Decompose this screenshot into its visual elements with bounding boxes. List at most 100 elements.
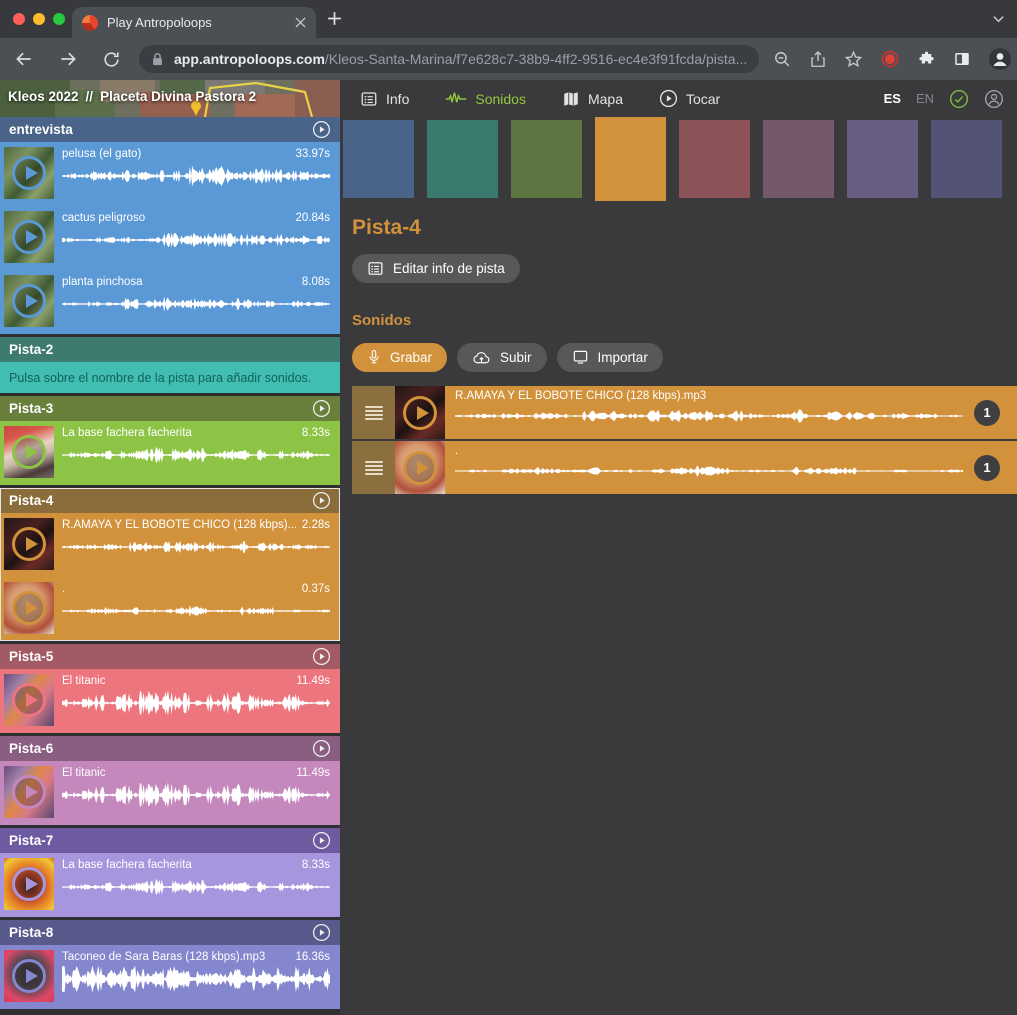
record-extension-icon[interactable] — [880, 49, 900, 69]
clip-thumbnail[interactable] — [4, 674, 54, 726]
record-button[interactable]: Grabar — [352, 343, 447, 372]
clip-taconeo[interactable]: Taconeo de Sara Baras (128 kbps).mp316.3… — [0, 945, 340, 1009]
clip-thumbnail[interactable] — [4, 766, 54, 818]
track-header-pista-5[interactable]: Pista-5 — [0, 644, 340, 669]
extensions-puzzle-icon[interactable] — [917, 50, 936, 69]
play-clip-icon[interactable] — [12, 156, 46, 190]
side-panel-icon[interactable] — [953, 50, 971, 68]
clip-la-base[interactable]: La base fachera facherita8.33s — [0, 853, 340, 917]
play-clip-icon[interactable] — [12, 683, 46, 717]
clip-pelusa[interactable]: pelusa (el gato)33.97s — [0, 142, 340, 206]
app-header: Kleos 2022 // Placeta Divina Pastora 2 I… — [0, 80, 1017, 117]
track-name: Pista-6 — [9, 741, 312, 756]
clip-dot[interactable]: .0.37s — [0, 577, 340, 641]
clip-thumbnail[interactable] — [4, 211, 54, 263]
close-tab-icon[interactable] — [295, 17, 306, 28]
clip-thumbnail[interactable] — [4, 582, 54, 634]
play-sound-icon[interactable] — [403, 451, 437, 485]
track-swatch-8[interactable] — [931, 120, 1002, 198]
track-header-pista-3[interactable]: Pista-3 — [0, 396, 340, 421]
track-header-pista-7[interactable]: Pista-7 — [0, 828, 340, 853]
profile-avatar[interactable] — [988, 47, 1012, 71]
map-photo-header[interactable]: Kleos 2022 // Placeta Divina Pastora 2 — [0, 80, 340, 117]
track-header-pista-2[interactable]: Pista-2 — [0, 337, 340, 362]
browser-tab[interactable]: Play Antropoloops — [72, 7, 316, 38]
forward-icon[interactable] — [58, 49, 78, 69]
nav-tab-info[interactable]: Info — [360, 90, 409, 108]
track-swatch-7[interactable] — [847, 120, 918, 198]
bookmark-star-icon[interactable] — [844, 50, 863, 69]
edit-track-info-button[interactable]: Editar info de pista — [352, 254, 520, 283]
sound-thumbnail[interactable] — [395, 441, 445, 494]
minimize-window-button[interactable] — [33, 13, 45, 25]
track-header-pista-4[interactable]: Pista-4 — [0, 488, 340, 513]
track-swatch-6[interactable] — [763, 120, 834, 198]
play-clip-icon[interactable] — [12, 959, 46, 993]
status-check-icon[interactable] — [949, 89, 969, 109]
play-clip-icon[interactable] — [12, 591, 46, 625]
track-detail-panel: Pista-4 Editar info de pista Sonidos Gra… — [340, 117, 1017, 1015]
clip-thumbnail[interactable] — [4, 518, 54, 570]
breadcrumb-project[interactable]: Kleos 2022 — [8, 89, 79, 104]
clip-titanic[interactable]: El titanic11.49s — [0, 761, 340, 825]
tab-search-chevron-icon[interactable] — [992, 12, 1005, 25]
clip-thumbnail[interactable] — [4, 275, 54, 327]
play-track-icon[interactable] — [312, 399, 331, 418]
play-track-icon[interactable] — [312, 491, 331, 510]
clip-thumbnail[interactable] — [4, 147, 54, 199]
share-icon[interactable] — [809, 50, 827, 69]
play-clip-icon[interactable] — [12, 527, 46, 561]
clip-la-base[interactable]: La base fachera facherita8.33s — [0, 421, 340, 485]
maximize-window-button[interactable] — [53, 13, 65, 25]
url-bar[interactable]: app.antropoloops.com/Kleos-Santa-Marina/… — [139, 45, 759, 73]
nav-tab-sonidos[interactable]: Sonidos — [445, 91, 526, 107]
sound-row-ramaya[interactable]: R.AMAYA Y EL BOBOTE CHICO (128 kbps).mp3… — [352, 386, 1017, 439]
clip-thumbnail[interactable] — [4, 426, 54, 478]
play-track-icon[interactable] — [312, 831, 331, 850]
sidebar-section-pista-7: Pista-7 La base fachera facherita8.33s — [0, 828, 340, 917]
nav-tab-mapa[interactable]: Mapa — [562, 90, 623, 108]
track-header-pista-8[interactable]: Pista-8 — [0, 920, 340, 945]
track-swatch-5[interactable] — [679, 120, 750, 198]
play-track-icon[interactable] — [312, 923, 331, 942]
track-swatch-2[interactable] — [427, 120, 498, 198]
track-header-entrevista[interactable]: entrevista — [0, 117, 340, 142]
waveform — [62, 442, 330, 468]
play-track-icon[interactable] — [312, 120, 331, 139]
account-icon[interactable] — [984, 89, 1004, 109]
lang-en-toggle[interactable]: EN — [916, 91, 934, 106]
play-clip-icon[interactable] — [12, 220, 46, 254]
drag-handle[interactable] — [352, 386, 395, 439]
lang-es-toggle[interactable]: ES — [884, 91, 901, 106]
play-clip-icon[interactable] — [12, 435, 46, 469]
track-swatch-1[interactable] — [343, 120, 414, 198]
track-swatch-4[interactable] — [595, 117, 666, 201]
track-header-pista-6[interactable]: Pista-6 — [0, 736, 340, 761]
clip-duration: 11.49s — [296, 675, 330, 687]
reload-icon[interactable] — [102, 50, 121, 69]
zoom-out-icon[interactable] — [773, 50, 792, 69]
clip-cactus[interactable]: cactus peligroso20.84s — [0, 206, 340, 270]
track-swatch-3[interactable] — [511, 120, 582, 198]
close-window-button[interactable] — [13, 13, 25, 25]
clip-thumbnail[interactable] — [4, 858, 54, 910]
import-button[interactable]: Importar — [557, 343, 663, 372]
clip-ramaya[interactable]: R.AMAYA Y EL BOBOTE CHICO (128 kbps)....… — [0, 513, 340, 577]
play-track-icon[interactable] — [312, 647, 331, 666]
play-clip-icon[interactable] — [12, 284, 46, 318]
new-tab-button[interactable] — [326, 10, 343, 27]
sound-thumbnail[interactable] — [395, 386, 445, 439]
sound-row-dot[interactable]: . 1 — [352, 441, 1017, 494]
play-clip-icon[interactable] — [12, 867, 46, 901]
play-clip-icon[interactable] — [12, 775, 46, 809]
clip-duration: 11.49s — [296, 767, 330, 779]
clip-titanic[interactable]: El titanic11.49s — [0, 669, 340, 733]
clip-planta[interactable]: planta pinchosa8.08s — [0, 270, 340, 334]
play-sound-icon[interactable] — [403, 396, 437, 430]
drag-handle[interactable] — [352, 441, 395, 494]
nav-tab-tocar[interactable]: Tocar — [659, 89, 720, 108]
back-icon[interactable] — [14, 49, 34, 69]
clip-thumbnail[interactable] — [4, 950, 54, 1002]
upload-button[interactable]: Subir — [457, 343, 547, 372]
play-track-icon[interactable] — [312, 739, 331, 758]
